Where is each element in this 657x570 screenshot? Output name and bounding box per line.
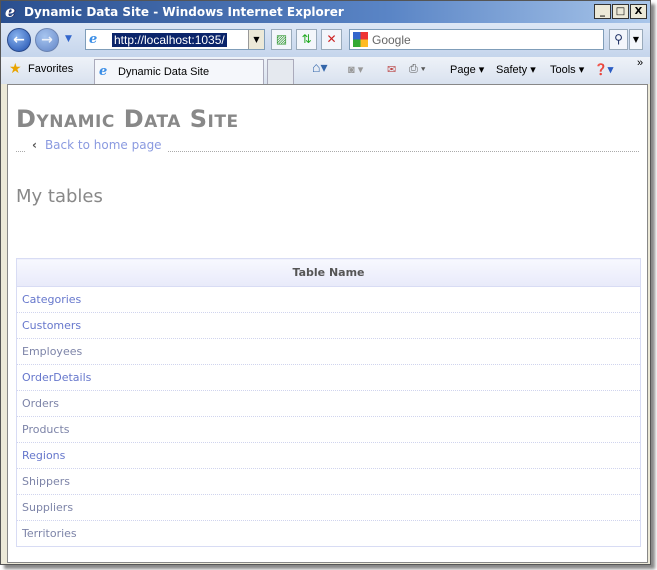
chevron-left-icon: ‹ — [32, 138, 37, 152]
refresh-icon[interactable]: ⇅ — [296, 29, 317, 50]
table-link-orders[interactable]: Orders — [22, 397, 59, 410]
recent-pages-dropdown-icon[interactable]: ▼ — [65, 34, 72, 44]
table-cell: Orders — [16, 390, 641, 417]
help-icon[interactable]: ❓▾ — [594, 63, 613, 76]
safety-menu[interactable]: Safety ▾ — [496, 63, 536, 76]
table-cell: Products — [16, 416, 641, 443]
column-header-table-name: Table Name — [16, 258, 641, 287]
page-content: Dynamic Data Site ‹ Back to home page My … — [7, 84, 648, 563]
table-cell: Customers — [16, 312, 641, 339]
address-bar[interactable]: e http://localhost:1035/ ▼ — [85, 29, 265, 50]
navigation-bar: ← → ▼ e http://localhost:1035/ ▼ ▨ ⇅ ✕ G… — [1, 23, 650, 57]
table-cell: Categories — [16, 286, 641, 313]
window-title: Dynamic Data Site - Windows Internet Exp… — [24, 5, 344, 19]
table-row: Orders — [16, 390, 641, 417]
print-icon[interactable]: ⎙ ▾ — [409, 63, 425, 76]
favorites-button[interactable]: Favorites — [28, 63, 73, 75]
table-cell: Regions — [16, 442, 641, 469]
search-placeholder: Google — [372, 32, 411, 47]
table-link-territories[interactable]: Territories — [22, 527, 77, 540]
tab-dynamic-data-site[interactable]: e Dynamic Data Site — [94, 59, 264, 84]
table-cell: Shippers — [16, 468, 641, 495]
tab-title: Dynamic Data Site — [118, 66, 210, 78]
mail-icon[interactable]: ✉ — [387, 63, 396, 76]
table-row: Suppliers — [16, 494, 641, 521]
close-button[interactable]: X — [630, 4, 647, 19]
tools-menu[interactable]: Tools ▾ — [550, 63, 584, 76]
table-row: Products — [16, 416, 641, 443]
table-cell: Employees — [16, 338, 641, 365]
back-to-home-link[interactable]: Back to home page — [45, 138, 162, 152]
ie-logo-icon: e — [5, 2, 16, 21]
breadcrumb: ‹ Back to home page — [16, 138, 639, 152]
table-link-orderdetails[interactable]: OrderDetails — [22, 371, 91, 384]
new-tab-button[interactable] — [267, 59, 294, 84]
table-link-regions[interactable]: Regions — [22, 449, 65, 462]
page-menu[interactable]: Page ▾ — [450, 63, 484, 76]
search-options-icon[interactable]: ▼ — [629, 29, 643, 50]
table-cell: Territories — [16, 520, 641, 547]
table-row: OrderDetails — [16, 364, 641, 391]
table-row: Shippers — [16, 468, 641, 495]
table-row: Categories — [16, 286, 641, 313]
favorites-star-icon: ★ — [9, 60, 22, 76]
address-dropdown-icon[interactable]: ▼ — [248, 30, 264, 49]
table-link-customers[interactable]: Customers — [22, 319, 81, 332]
stop-icon[interactable]: ✕ — [321, 29, 342, 50]
tables-grid: Table Name Categories Customers Employees O… — [16, 258, 641, 547]
table-cell: Suppliers — [16, 494, 641, 521]
page-heading: My tables — [16, 186, 103, 207]
google-icon — [353, 32, 368, 47]
table-link-categories[interactable]: Categories — [22, 293, 81, 306]
command-bar: ★ Favorites e Dynamic Data Site ⌂▾ ◙ ▾ ✉… — [1, 57, 650, 84]
table-link-suppliers[interactable]: Suppliers — [22, 501, 73, 514]
table-cell: OrderDetails — [16, 364, 641, 391]
table-link-employees[interactable]: Employees — [22, 345, 82, 358]
browser-window: e Dynamic Data Site - Windows Internet E… — [0, 0, 651, 565]
site-title: Dynamic Data Site — [16, 105, 239, 133]
compatibility-view-icon[interactable]: ▨ — [271, 29, 292, 50]
forward-button[interactable]: → — [35, 28, 59, 52]
address-input[interactable]: http://localhost:1035/ — [112, 32, 227, 47]
page-icon: e — [89, 31, 98, 47]
table-row: Employees — [16, 338, 641, 365]
table-row: Regions — [16, 442, 641, 469]
table-row: Customers — [16, 312, 641, 339]
minimize-button[interactable]: _ — [594, 4, 611, 19]
feeds-icon[interactable]: ◙ ▾ — [348, 63, 363, 76]
table-row: Territories — [16, 520, 641, 547]
title-bar: e Dynamic Data Site - Windows Internet E… — [1, 1, 650, 23]
maximize-button[interactable]: □ — [612, 4, 629, 19]
table-link-products[interactable]: Products — [22, 423, 70, 436]
ie-tab-icon: e — [99, 64, 108, 79]
search-icon[interactable]: ⚲ — [609, 29, 628, 50]
home-icon[interactable]: ⌂▾ — [312, 59, 327, 76]
back-button[interactable]: ← — [7, 28, 31, 52]
table-link-shippers[interactable]: Shippers — [22, 475, 70, 488]
search-input[interactable]: Google — [349, 29, 604, 50]
more-commands[interactable]: » — [637, 57, 643, 69]
